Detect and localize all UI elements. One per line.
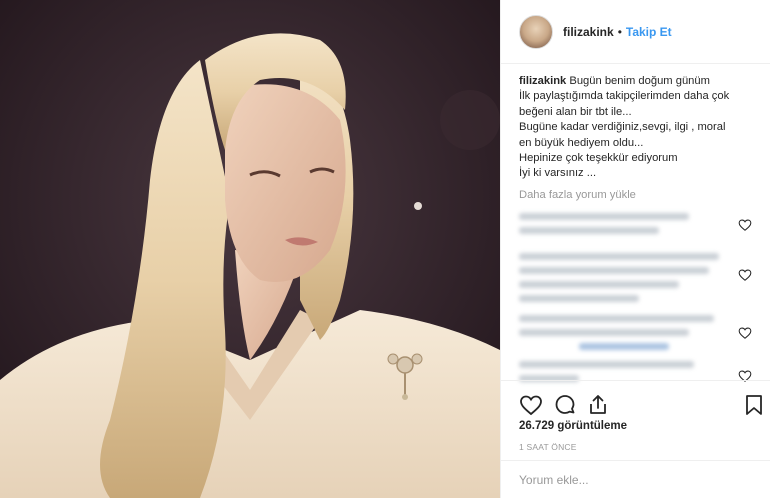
caption-username[interactable]: filizakink — [519, 75, 566, 87]
caption-line: Bugün benim doğum günüm — [569, 75, 710, 87]
caption-line: Hepinize çok teşekkür ediyorum — [519, 152, 678, 165]
caption-line: en büyük hediyem oldu... — [519, 136, 644, 149]
list-item — [519, 253, 759, 315]
header-separator: • — [617, 24, 622, 39]
post-photo[interactable] — [0, 0, 500, 498]
portrait-illustration — [0, 0, 500, 498]
share-icon[interactable] — [586, 393, 610, 417]
comment-input[interactable] — [519, 472, 749, 487]
caption-line: İyi ki varsınız ... — [519, 167, 597, 180]
bookmark-icon[interactable] — [742, 393, 766, 417]
post-caption: filizakink Bugün benim doğum günüm İlk p… — [519, 74, 759, 182]
follow-button[interactable]: Takip Et — [626, 25, 672, 39]
comment-like-heart-icon[interactable] — [738, 218, 752, 232]
comment-icon[interactable] — [553, 393, 577, 417]
post-timestamp[interactable]: 1 SAAT ÖNCE — [519, 442, 577, 452]
header-username[interactable]: filizakink — [563, 25, 614, 39]
post-action-bar — [501, 380, 770, 420]
post-side-panel: filizakink • Takip Et filizakink Bugün b… — [500, 0, 770, 498]
load-more-comments-link[interactable]: Daha fazla yorum yükle — [519, 189, 636, 201]
caption-line: İlk paylaştığımda takipçilerimden daha ç… — [519, 90, 730, 103]
view-count[interactable]: 26.729 görüntüleme — [519, 420, 627, 432]
list-item — [519, 315, 759, 361]
comment-like-heart-icon[interactable] — [738, 268, 752, 282]
caption-line: beğeni alan bir tbt ile... — [519, 105, 632, 118]
comment-like-heart-icon[interactable] — [738, 326, 752, 340]
caption-line: Bugüne kadar verdiğiniz,sevgi, ilgi , mo… — [519, 121, 726, 134]
comment-list — [519, 205, 759, 383]
add-comment-bar — [501, 460, 770, 498]
post-header: filizakink • Takip Et — [501, 0, 770, 64]
list-item — [519, 213, 759, 253]
heart-icon[interactable] — [519, 393, 543, 417]
avatar[interactable] — [519, 14, 553, 49]
